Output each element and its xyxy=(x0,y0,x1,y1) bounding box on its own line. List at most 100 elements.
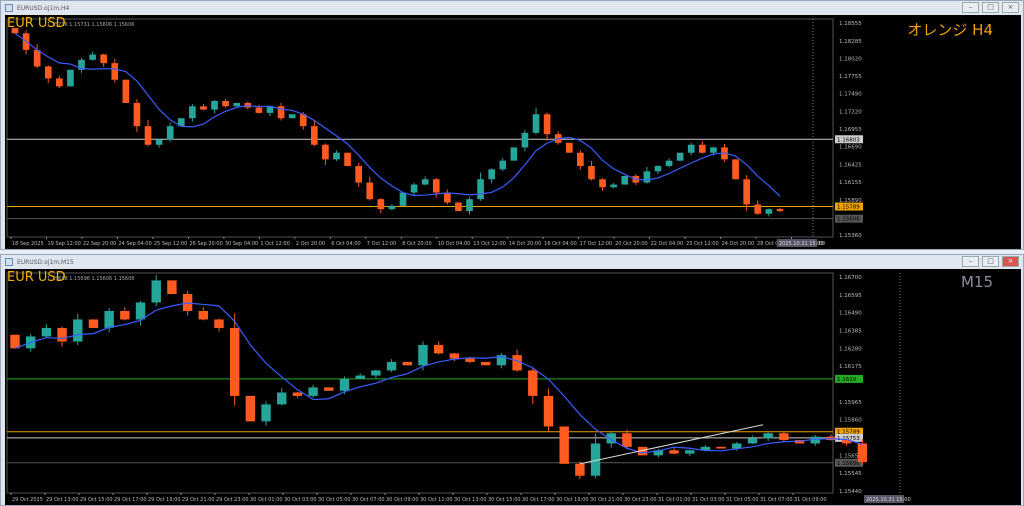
x-tick-label: 30 Oct 07:00 xyxy=(352,497,385,503)
y-tick-label: 1.15440 xyxy=(839,489,862,495)
symbol-label: EUR USD xyxy=(7,16,66,31)
x-tick-label: 8 Oct 20:00 xyxy=(402,241,431,247)
x-tick-label: 26 Sep 20:00 xyxy=(189,241,222,247)
y-tick-label: 1.16595 xyxy=(839,293,862,299)
y-tick-label: 1.15545 xyxy=(839,471,862,477)
x-tick-label: 22 Oct 04:00 xyxy=(651,241,684,247)
candle-body xyxy=(120,310,130,320)
x-tick-label: 30 Oct 01:00 xyxy=(250,497,283,503)
candle-body xyxy=(559,426,569,464)
candle-body xyxy=(355,165,362,183)
candle-body xyxy=(166,126,174,140)
candle-body xyxy=(111,63,119,80)
x-tick-label: 24 Sep 04:00 xyxy=(118,241,151,247)
candle-body xyxy=(543,395,554,427)
candle-body xyxy=(410,184,418,193)
candle-body xyxy=(543,114,551,135)
close-button[interactable]: × xyxy=(1002,256,1019,267)
candle-body xyxy=(214,319,224,328)
candle-body xyxy=(779,433,789,441)
candle-body xyxy=(455,202,462,212)
timeframe-label: オレンジ H4 xyxy=(907,21,993,39)
candle-body xyxy=(122,79,130,103)
y-tick-label: 1.16385 xyxy=(839,329,862,335)
candle-body xyxy=(33,49,41,67)
y-tick-label: 1.15965 xyxy=(839,400,862,406)
candle-body xyxy=(324,387,334,391)
candle-body xyxy=(685,450,695,454)
x-tick-label: 29 Oct 19:00 xyxy=(148,497,181,503)
x-tick-label: 30 Sep 04:00 xyxy=(225,241,258,247)
candle-body xyxy=(261,404,271,422)
plot-frame xyxy=(6,272,834,494)
x-tick-label: 18 Sep 2025 xyxy=(12,241,44,247)
candle-body xyxy=(402,361,412,366)
x-tick-label: 30 Oct 21:00 xyxy=(590,497,623,503)
candle-body xyxy=(222,100,229,107)
candle-body xyxy=(654,165,662,172)
y-tick-label: 1.16280 xyxy=(839,346,862,352)
maximize-button[interactable]: □ xyxy=(982,2,999,13)
candle-body xyxy=(433,344,444,354)
candle-body xyxy=(144,126,152,145)
x-tick-label: 29 Oct 23:00 xyxy=(216,497,249,503)
candle-body xyxy=(477,179,484,200)
chart-window-icon xyxy=(5,4,13,12)
candle-body xyxy=(10,334,20,349)
candle-body xyxy=(322,144,329,160)
candle-body xyxy=(676,152,684,161)
candle-body xyxy=(418,344,428,366)
candle-body xyxy=(399,192,407,206)
x-tick-label: 30 Oct 09:00 xyxy=(386,497,419,503)
candle-body xyxy=(488,169,496,180)
minimize-button[interactable]: – xyxy=(962,2,979,13)
window-title: EURUSD.oj1m,H4 xyxy=(17,4,70,12)
candle-body xyxy=(577,152,584,166)
y-tick-label: 1.17220 xyxy=(839,110,862,116)
y-tick-label: 1.15360 xyxy=(839,233,862,239)
m15-price-chart[interactable]: 1.15688 1.15696 1.15606 1.15606 1.167001.… xyxy=(5,269,1021,505)
candle-body xyxy=(643,171,651,183)
x-tick-label: 30 Oct 15:00 xyxy=(488,497,521,503)
candle-body xyxy=(528,370,538,396)
candle-body xyxy=(732,159,739,180)
x-tick-label: 25 Sep 12:00 xyxy=(154,241,187,247)
candle-body xyxy=(521,132,529,148)
symbol-label: EUR USD xyxy=(7,270,66,285)
close-button[interactable]: × xyxy=(1002,2,1019,13)
candle-body xyxy=(57,327,67,342)
x-tick-label: 19 Sep 12:00 xyxy=(47,241,80,247)
candle-body xyxy=(67,69,74,87)
x-tick-label: 30 Oct 23:00 xyxy=(624,497,657,503)
x-tick-label: 29 Oct 2025 xyxy=(12,497,43,503)
candle-body xyxy=(857,443,868,463)
minimize-button[interactable]: – xyxy=(962,256,979,267)
price-line-label: 1.15606 xyxy=(837,217,860,223)
candle-body xyxy=(765,209,773,214)
maximize-button[interactable]: □ xyxy=(982,256,999,267)
x-tick-label: 6 Oct 04:00 xyxy=(331,241,360,247)
candle-body xyxy=(133,102,141,127)
candle-body xyxy=(465,358,475,362)
candle-body xyxy=(754,204,762,214)
candle-body xyxy=(167,280,177,294)
h4-price-chart[interactable]: 1.15716 1.15731 1.15606 1.15606 1.185551.… xyxy=(5,15,1021,249)
candle-body xyxy=(698,144,706,153)
candle-body xyxy=(288,114,296,119)
moving-average-line xyxy=(14,32,781,197)
candle-body xyxy=(355,375,365,379)
x-tick-label: 29 Oct 17:00 xyxy=(114,497,147,503)
x-tick-label: 23 Oct 12:00 xyxy=(686,241,719,247)
candle-body xyxy=(211,100,218,110)
candle-body xyxy=(743,179,750,205)
candle-body xyxy=(432,179,440,193)
x-tick-label: 31 Oct 05:00 xyxy=(726,497,759,503)
candle-body xyxy=(621,175,629,185)
candle-body xyxy=(449,353,460,359)
title-bar: EURUSD.oj1m,H4 – □ × xyxy=(1,1,1023,15)
x-tick-label: 14 Oct 20:00 xyxy=(509,241,542,247)
candle-body xyxy=(665,160,673,166)
candle-body xyxy=(763,433,773,439)
candle-body xyxy=(371,370,381,376)
x-tick-label: 31 Oct 09:00 xyxy=(794,497,827,503)
